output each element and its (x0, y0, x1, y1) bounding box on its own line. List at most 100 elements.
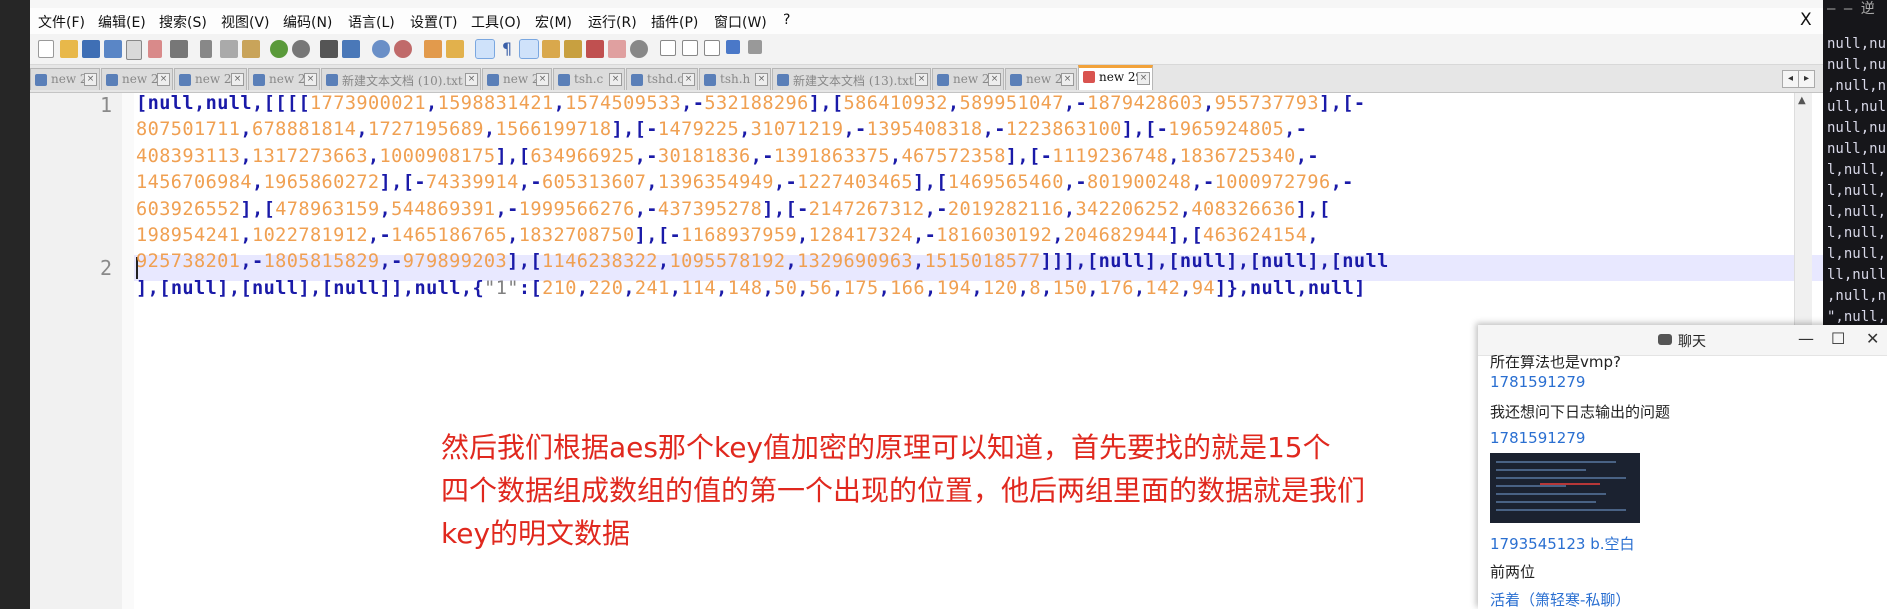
monitoring-icon[interactable] (630, 40, 648, 58)
find-icon[interactable] (320, 40, 338, 58)
folder-workspace-icon[interactable] (608, 40, 626, 58)
menu-plugins[interactable]: 插件(P) (651, 12, 698, 32)
menu-settings[interactable]: 设置(T) (410, 12, 457, 32)
tab-new-29[interactable]: new 29 × (1078, 65, 1153, 90)
menu-help[interactable]: ? (783, 12, 790, 28)
tab-close-icon[interactable]: × (682, 73, 695, 86)
menu-file[interactable]: 文件(F) (38, 12, 85, 32)
chat-bubble-icon (1658, 334, 1672, 345)
scroll-up-icon[interactable]: ▲ (1798, 95, 1806, 106)
tab-scroll-left-icon[interactable]: ◂ (1782, 70, 1799, 88)
right-strip-line: ",null, (1827, 309, 1887, 325)
tab-new-22[interactable]: new 22 × (30, 68, 100, 90)
sync-vertical-icon[interactable] (424, 40, 442, 58)
menu-run[interactable]: 运行(R) (588, 12, 637, 32)
right-strip-line: l,null, (1827, 246, 1887, 262)
tab-tsh-c[interactable]: tsh.c × (553, 68, 625, 90)
copy-icon[interactable] (220, 40, 238, 58)
redo-icon[interactable] (292, 40, 310, 58)
tab-new-23[interactable]: new 23 × (101, 68, 173, 90)
tab-new-25[interactable]: new 25 × (174, 68, 247, 90)
file-unsaved-icon (1083, 71, 1095, 83)
save-macro-icon[interactable] (748, 40, 762, 54)
doc-map-icon[interactable] (564, 40, 582, 58)
menu-window[interactable]: 窗口(W) (714, 12, 767, 32)
undo-icon[interactable] (270, 40, 288, 58)
maximize-icon[interactable]: ☐ (1831, 329, 1845, 348)
word-wrap-icon[interactable] (475, 39, 495, 59)
replace-icon[interactable] (342, 40, 360, 58)
record-macro-icon[interactable] (660, 40, 676, 56)
tab-tsh-h[interactable]: tsh.h × (699, 68, 771, 90)
menu-language[interactable]: 语言(L) (348, 12, 395, 32)
menu-macro[interactable]: 宏(M) (535, 12, 572, 32)
close-file-icon[interactable] (126, 40, 142, 60)
file-saved-icon (106, 74, 118, 86)
file-saved-icon (179, 74, 191, 86)
tab-close-icon[interactable]: × (755, 73, 768, 86)
file-saved-icon (1010, 74, 1022, 86)
menu-encoding[interactable]: 编码(N) (283, 12, 332, 32)
tab-new-26[interactable]: new 26 × (248, 68, 320, 90)
close-all-icon[interactable] (148, 40, 162, 58)
menu-edit[interactable]: 编辑(E) (98, 12, 146, 32)
close-button[interactable]: X (1800, 10, 1812, 30)
tab-text-doc-10[interactable]: 新建文本文档 (10).txt × (321, 68, 481, 90)
chat-image-thumbnail[interactable] (1490, 453, 1640, 523)
tab-close-icon[interactable]: × (304, 73, 317, 86)
background-strip-left (0, 0, 30, 609)
stop-macro-icon[interactable] (682, 40, 698, 56)
chat-username[interactable]: 1781591279 (1490, 373, 1585, 391)
right-strip-line: null,nu (1827, 120, 1887, 136)
tab-tshd-c[interactable]: tshd.c × (626, 68, 698, 90)
tab-new-27[interactable]: new 27 × (1005, 68, 1077, 90)
chat-title: 聊天 (1678, 334, 1706, 350)
chat-username[interactable]: 1781591279 (1490, 429, 1585, 447)
background-window-right: — — 逆 null,nu null,nu ,null,nu ull,nul null,… (1823, 0, 1887, 325)
tab-scroll-right-icon[interactable]: ▸ (1798, 70, 1815, 88)
function-list-icon[interactable] (586, 40, 604, 58)
tab-new-24[interactable]: new 24 × (482, 68, 552, 90)
print-icon[interactable] (170, 40, 188, 58)
tab-close-icon[interactable]: × (84, 73, 97, 86)
menu-view[interactable]: 视图(V) (221, 12, 270, 32)
chat-username[interactable]: 1793545123 b.空白 (1490, 533, 1635, 554)
run-macro-multiple-icon[interactable] (726, 40, 740, 54)
new-file-icon[interactable] (38, 40, 54, 58)
tab-close-icon[interactable]: × (157, 73, 170, 86)
tab-close-icon[interactable]: × (1061, 73, 1074, 86)
open-file-icon[interactable] (60, 40, 78, 58)
file-saved-icon (704, 74, 716, 86)
code-text[interactable]: [null,null,[[[[1773900021,1598831421,157… (136, 91, 1823, 302)
tab-close-icon[interactable]: × (988, 73, 1001, 86)
chat-panel: 聊天 — ☐ ✕ 所在算法也是vmp? 1781591279 我还想问下日志输出… (1478, 325, 1887, 609)
save-all-icon[interactable] (104, 40, 122, 58)
zoom-in-icon[interactable] (372, 40, 390, 58)
menu-tools[interactable]: 工具(O) (471, 12, 521, 32)
menu-search[interactable]: 搜索(S) (159, 12, 207, 32)
tab-close-icon[interactable]: × (536, 73, 549, 86)
tab-bar: new 22 × new 23 × new 25 × new 26 × 新建文本文档 (… (30, 65, 1823, 93)
zoom-out-icon[interactable] (394, 40, 412, 58)
tab-close-icon[interactable]: × (915, 73, 928, 86)
minimize-icon[interactable]: — (1798, 329, 1814, 348)
close-icon[interactable]: ✕ (1866, 329, 1879, 348)
tab-text-doc-13[interactable]: 新建文本文档 (13).txt × (772, 68, 931, 90)
tab-close-icon[interactable]: × (609, 73, 622, 86)
chat-message-list[interactable]: 所在算法也是vmp? 1781591279 我还想问下日志输出的问题 17815… (1478, 355, 1887, 609)
cut-icon[interactable] (200, 40, 212, 58)
tab-new-28[interactable]: new 28 × (932, 68, 1004, 90)
tab-close-icon[interactable]: × (465, 73, 478, 86)
indent-guide-icon[interactable] (519, 39, 539, 59)
paste-icon[interactable] (242, 40, 260, 58)
right-strip-line: l,null, (1827, 183, 1887, 199)
sync-horizontal-icon[interactable] (446, 40, 464, 58)
tab-close-icon[interactable]: × (231, 73, 244, 86)
tab-close-icon[interactable]: × (1137, 72, 1150, 85)
chat-username[interactable]: 活着（箫轻寒-私聊） (1490, 589, 1630, 609)
show-all-chars-icon[interactable]: ¶ (498, 40, 516, 58)
file-saved-icon (326, 74, 338, 86)
user-language-icon[interactable] (542, 40, 560, 58)
play-macro-icon[interactable] (704, 40, 720, 56)
save-icon[interactable] (82, 40, 100, 58)
